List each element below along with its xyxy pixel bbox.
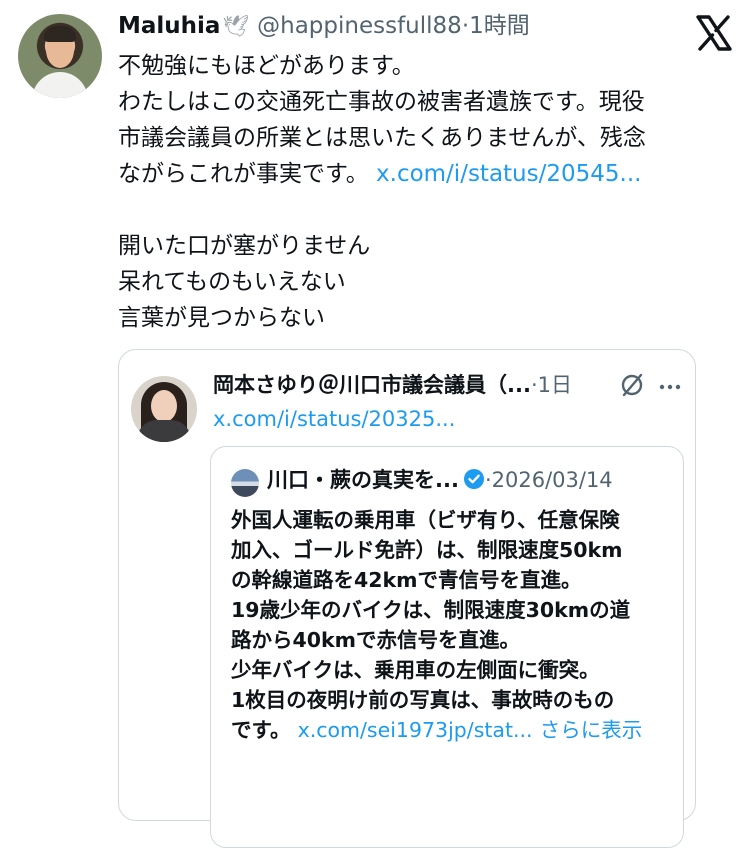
nested-status-link[interactable]: x.com/sei1973jp/stat... [298,718,533,742]
nested-line-3: の幹線道路を42kmで青信号を直進。 [231,568,582,592]
tweet-line-1: 不勉強にもほどがあります。 [118,53,415,79]
verified-badge-icon [463,469,484,489]
quoted-time[interactable]: 1日 [538,373,572,397]
quoted-author-name[interactable]: 岡本さゆり＠川口市議会議員（... [213,373,531,397]
tweet-line-6: 呆れてものもいえない [118,269,346,295]
author-handle[interactable]: @happinessfull88 [257,13,462,39]
tweet-time[interactable]: 1時間 [469,13,530,39]
nested-line-8: です。 x.com/sei1973jp/stat... さらに表示 [231,715,675,745]
x-logo-icon[interactable] [694,13,734,53]
dove-emoji: 🕊 [222,14,250,38]
nested-line-5: 路から40kmで赤信号を直進。 [231,628,521,652]
nested-last-text: です。 [231,718,291,742]
avatar-shirt [32,72,88,98]
tweet-text: 不勉強にもほどがあります。 わたしはこの交通死亡事故の被害者遺族です。現役 市議… [118,48,728,336]
nested-line-4: 19歳少年のバイクは、制限速度30kmの道 [231,598,631,622]
nested-line-6: 少年バイクは、乗用車の左側面に衝突。 [231,658,600,682]
tweet-line-7: 言葉が見つからない [118,305,325,331]
quoted-avatar-face [151,390,177,422]
nested-date[interactable]: 2026/03/14 [492,468,613,492]
nested-line-1: 外国人運転の乗用車（ビザ有り、任意保険 [231,508,620,532]
nested-header: 川口・蕨の真実を... ·2026/03/14 [267,465,613,495]
tweet-line-5: 開いた口が塞がりません [118,233,371,259]
quoted-header: 岡本さゆり＠川口市議会議員（...·1日 [213,370,572,400]
nested-author-avatar[interactable] [231,469,259,497]
tweet-header: Maluhia🕊 @happinessfull88·1時間 [118,10,530,42]
nested-line-7: 1枚目の夜明け前の写真は、事故時のもの [231,688,615,712]
tweet-line-2: わたしはこの交通死亡事故の被害者遺族です。現役 [118,89,645,115]
nested-line-2: 加入、ゴールド免許）は、制限速度50km [231,538,623,562]
avatar-hair [44,26,76,42]
quoted-author-avatar[interactable] [131,376,197,442]
nested-separator: · [484,468,492,492]
nested-text: 外国人運転の乗用車（ビザ有り、任意保険 加入、ゴールド免許）は、制限速度50km… [231,505,675,745]
show-more-link[interactable]: さらに表示 [540,718,643,742]
more-icon[interactable] [659,384,681,390]
tweet-line-4-text: ながらこれが事実です。 [118,161,369,187]
tweet-status-link[interactable]: x.com/i/status/20545... [376,161,641,187]
tweet-line-3: 市議会議員の所業とは思いたくありませんが、残念 [118,125,646,151]
quoted-separator: · [530,373,538,397]
nested-author-name[interactable]: 川口・蕨の真実を... [267,468,459,492]
quoted-tweet-card[interactable]: 岡本さゆり＠川口市議会議員（...·1日 x.com/i/status/2032… [118,349,696,848]
author-name[interactable]: Maluhia [118,13,220,39]
author-avatar[interactable] [18,14,102,98]
quoted-status-link[interactable]: x.com/i/status/20325... [213,404,455,434]
quoted-avatar-suit [137,420,191,442]
tweet-line-4: ながらこれが事実です。 x.com/i/status/20545... [118,156,728,192]
pin-slash-icon[interactable] [619,372,645,398]
